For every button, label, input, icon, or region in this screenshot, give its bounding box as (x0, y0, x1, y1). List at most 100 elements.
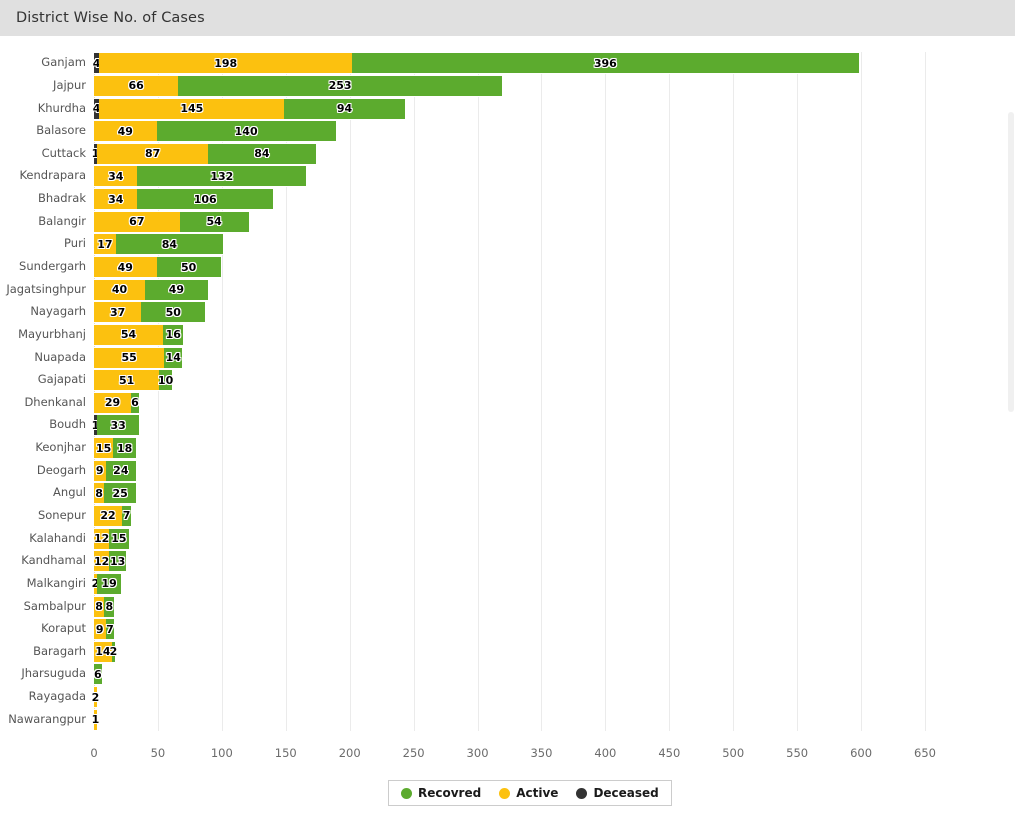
table-row[interactable]: 15 18 (94, 437, 137, 460)
vertical-scrollbar[interactable] (1007, 72, 1015, 813)
bar-segment-recovered[interactable]: 33 (97, 414, 140, 437)
y-axis-label: Rayagada (28, 689, 86, 704)
bar-segment-recovered[interactable]: 94 (284, 97, 405, 120)
bar-segment-active[interactable]: 145 (99, 97, 285, 120)
bar-segment-active[interactable]: 17 (94, 233, 116, 256)
chart-container: Ganjam Jajpur Khurdha Balasore Cuttack Kendra… (0, 36, 1015, 813)
bar-segment-active[interactable]: 34 (94, 165, 138, 188)
table-row[interactable]: 88 (94, 595, 115, 618)
bar-segment-active[interactable]: 8 (94, 595, 105, 618)
bar-segment-active[interactable]: 1 (92, 708, 99, 731)
table-row[interactable]: 54 16 (94, 323, 184, 346)
table-row[interactable]: 49 140 (94, 120, 336, 143)
table-row[interactable]: 97 (94, 618, 115, 641)
bar-segment-recovered[interactable]: 84 (208, 142, 316, 165)
table-row[interactable]: 14 2 (94, 640, 117, 663)
scrollbar-thumb[interactable] (1008, 112, 1014, 412)
legend-item-recovered[interactable]: Recovred (401, 786, 481, 800)
table-row[interactable]: 67 54 (94, 210, 249, 233)
bar-segment-recovered[interactable]: 84 (115, 233, 224, 256)
table-row[interactable]: 12 15 (94, 527, 129, 550)
table-row[interactable]: 2 19 (92, 572, 122, 595)
bar-segment-active[interactable]: 12 (94, 550, 110, 573)
bar-segment-recovered[interactable]: 19 (97, 572, 122, 595)
table-row[interactable]: 29 6 (94, 391, 139, 414)
bar-segment-active[interactable]: 49 (94, 120, 157, 143)
table-row[interactable]: 34 106 (94, 188, 273, 211)
table-row[interactable]: 6 (94, 663, 102, 686)
bar-segment-recovered[interactable]: 140 (156, 120, 336, 143)
bar-segment-active[interactable]: 14 (94, 640, 112, 663)
table-row[interactable]: 17 84 (94, 233, 224, 256)
table-row[interactable]: 51 10 (94, 369, 173, 392)
bar-segment-recovered[interactable]: 49 (145, 278, 208, 301)
bar-segment-recovered[interactable]: 15 (109, 527, 129, 550)
bar-segment-active[interactable]: 49 (94, 256, 157, 279)
bar-segment-active[interactable]: 87 (97, 142, 209, 165)
legend-item-active[interactable]: Active (499, 786, 558, 800)
bar-segment-active[interactable]: 55 (94, 346, 165, 369)
bar-segment-active[interactable]: 12 (94, 527, 110, 550)
legend-item-deceased[interactable]: Deceased (576, 786, 659, 800)
table-row[interactable]: 55 14 (94, 346, 183, 369)
bar-segment-recovered[interactable]: 10 (158, 369, 173, 392)
table-row[interactable]: 9 24 (94, 459, 137, 482)
bar-segment-active[interactable]: 51 (94, 369, 160, 392)
bar-segment-recovered[interactable]: 18 (113, 437, 137, 460)
bar-segment-recovered[interactable]: 6 (94, 663, 102, 686)
bar-segment-recovered[interactable]: 106 (137, 188, 273, 211)
bar-segment-recovered[interactable]: 6 (131, 391, 139, 414)
bar-segment-recovered[interactable]: 14 (164, 346, 183, 369)
table-row[interactable]: 49 50 (94, 256, 221, 279)
table-row[interactable]: 40 49 (94, 278, 208, 301)
bar-segment-recovered[interactable]: 13 (109, 550, 126, 573)
bar-segment-active[interactable]: 198 (99, 52, 353, 75)
bar-segment-recovered[interactable]: 253 (178, 74, 502, 97)
bar-segment-active[interactable]: 2 (92, 686, 99, 709)
table-row[interactable]: 1 33 (92, 414, 140, 437)
table-row[interactable]: 1 87 84 (92, 142, 316, 165)
bar-segment-active[interactable]: 9 (94, 618, 106, 641)
bar-segment-active[interactable]: 40 (94, 278, 146, 301)
y-axis-label: Dhenkanal (24, 394, 86, 409)
bar-segment-recovered[interactable]: 132 (137, 165, 307, 188)
bar-segment-active[interactable]: 9 (94, 459, 106, 482)
bar-segment-recovered[interactable]: 7 (122, 504, 132, 527)
bar-value-label: 54 (206, 215, 222, 229)
bar-value-label: 396 (593, 56, 617, 70)
bar-segment-recovered[interactable]: 8 (104, 595, 115, 618)
bar-segment-recovered[interactable]: 25 (104, 482, 137, 505)
table-row[interactable]: 8 25 (94, 482, 137, 505)
bar-value-label: 67 (129, 215, 145, 229)
table-row[interactable]: 4 198 396 (93, 52, 859, 75)
bar-segment-recovered[interactable]: 50 (156, 256, 221, 279)
table-row[interactable]: 34 132 (94, 165, 307, 188)
bar-segment-active[interactable]: 37 (94, 301, 142, 324)
bar-segment-active[interactable]: 29 (94, 391, 132, 414)
table-row[interactable]: 22 7 (94, 504, 132, 527)
table-row[interactable]: 12 13 (94, 550, 126, 573)
bar-segment-active[interactable]: 54 (94, 323, 164, 346)
bar-segment-active[interactable]: 67 (94, 210, 180, 233)
table-row[interactable]: 66 253 (94, 74, 502, 97)
bar-segment-recovered[interactable]: 50 (141, 301, 206, 324)
bar-segment-active[interactable]: 15 (94, 437, 114, 460)
bar-segment-active[interactable]: 66 (94, 74, 179, 97)
bar-segment-recovered[interactable]: 54 (179, 210, 249, 233)
bar-segment-active[interactable]: 22 (94, 504, 123, 527)
bar-value-label: 145 (180, 102, 204, 116)
table-row[interactable]: 37 50 (94, 301, 206, 324)
bar-segment-active[interactable]: 8 (94, 482, 105, 505)
bar-segment-recovered[interactable]: 396 (352, 52, 859, 75)
table-row[interactable]: 1 (92, 708, 99, 731)
bar-segment-recovered[interactable]: 7 (105, 618, 115, 641)
y-axis-label: Puri (64, 236, 86, 251)
x-axis-tick-150: 150 (274, 746, 297, 760)
bar-segment-recovered[interactable]: 24 (105, 459, 137, 482)
table-row[interactable]: 2 (92, 686, 99, 709)
bar-segment-recovered[interactable]: 2 (110, 640, 117, 663)
x-axis-tick-600: 600 (850, 746, 873, 760)
bar-segment-active[interactable]: 34 (94, 188, 138, 211)
bar-segment-recovered[interactable]: 16 (163, 323, 184, 346)
table-row[interactable]: 4 145 94 (93, 97, 405, 120)
